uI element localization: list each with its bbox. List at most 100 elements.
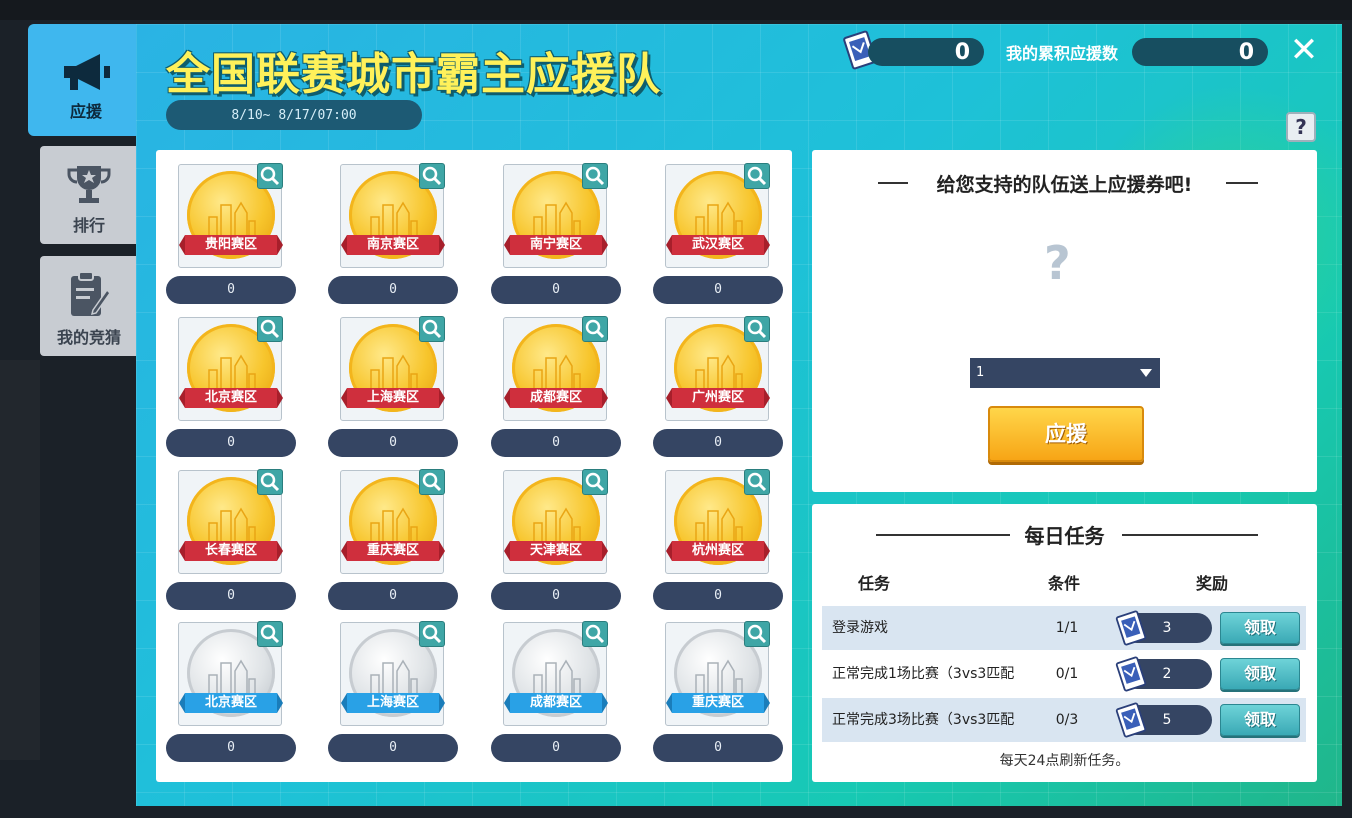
medal-cell[interactable]: 成都赛区 0 (491, 316, 621, 467)
header-task: 任务 (858, 574, 891, 593)
city-landmark-icon (370, 507, 418, 545)
city-landmark-icon (370, 354, 418, 392)
city-landmark-icon (695, 354, 743, 392)
task-row: 正常完成1场比赛（3vs3匹配 0/1 2 领取 (822, 652, 1306, 696)
support-count: 0 (328, 582, 458, 610)
medal-cell[interactable]: 南宁赛区 0 (491, 163, 621, 314)
medal-card[interactable]: 贵阳赛区 (178, 163, 283, 268)
medal-cell[interactable]: 上海赛区 0 (328, 621, 458, 772)
city-landmark-icon (370, 201, 418, 239)
medal-cell[interactable]: 杭州赛区 0 (653, 469, 783, 620)
zoom-icon[interactable] (419, 163, 445, 189)
medal-cell[interactable]: 重庆赛区 0 (328, 469, 458, 620)
medal-card[interactable]: 成都赛区 (503, 621, 608, 726)
zoom-icon[interactable] (419, 621, 445, 647)
claim-button[interactable]: 领取 (1220, 612, 1300, 644)
medal-cell[interactable]: 成都赛区 0 (491, 621, 621, 772)
ticket-amount-select[interactable]: 1 (970, 358, 1160, 388)
medal-cell[interactable]: 北京赛区 0 (166, 621, 296, 772)
selected-team-placeholder: ? (1044, 236, 1071, 290)
medal-grid-panel: 贵阳赛区 0 南京赛区 0 南宁赛区 0 武汉赛区 0 北京赛区 0 上海赛区 0 成都赛区 0 广州赛区 0… (156, 150, 792, 782)
tab-support[interactable]: 应援 (28, 24, 144, 136)
ticket-icon (1115, 702, 1147, 738)
zoom-icon[interactable] (582, 316, 608, 342)
medal-cell[interactable]: 上海赛区 0 (328, 316, 458, 467)
medal-card[interactable]: 武汉赛区 (665, 163, 770, 268)
medal-card[interactable]: 重庆赛区 (340, 469, 445, 574)
medal-cell[interactable]: 南京赛区 0 (328, 163, 458, 314)
zoom-icon[interactable] (582, 621, 608, 647)
zoom-icon[interactable] (257, 621, 283, 647)
medal-card[interactable]: 北京赛区 (178, 621, 283, 726)
city-landmark-icon (208, 507, 256, 545)
zoom-icon[interactable] (744, 469, 770, 495)
tab-ranking[interactable]: 排行 (40, 146, 138, 244)
city-landmark-icon (370, 659, 418, 697)
help-button[interactable]: ? (1286, 112, 1316, 142)
claim-button[interactable]: 领取 (1220, 658, 1300, 690)
daily-tasks-panel: 每日任务 任务 条件 奖励 登录游戏 1/1 3 领取 正常完成1场比赛（3vs3匹配 0… (812, 504, 1317, 782)
medal-cell[interactable]: 天津赛区 0 (491, 469, 621, 620)
city-landmark-icon (695, 201, 743, 239)
support-count: 0 (166, 276, 296, 304)
medal-card[interactable]: 重庆赛区 (665, 621, 770, 726)
zoom-icon[interactable] (744, 621, 770, 647)
medal-cell[interactable]: 贵阳赛区 0 (166, 163, 296, 314)
zoom-icon[interactable] (257, 469, 283, 495)
city-ribbon-label: 贵阳赛区 (179, 235, 283, 255)
support-button[interactable]: 应援 (988, 406, 1144, 462)
header-reward: 奖励 (1196, 574, 1229, 593)
city-ribbon-label: 成都赛区 (504, 693, 608, 713)
zoom-icon[interactable] (582, 469, 608, 495)
zoom-icon[interactable] (257, 316, 283, 342)
zoom-icon[interactable] (419, 469, 445, 495)
ticket-icon (1115, 610, 1147, 646)
city-landmark-icon (533, 354, 581, 392)
medal-card[interactable]: 长春赛区 (178, 469, 283, 574)
zoom-icon[interactable] (744, 316, 770, 342)
tab-my-guess[interactable]: 我的竞猜 (40, 256, 138, 356)
task-name: 登录游戏 (832, 620, 888, 636)
medal-card[interactable]: 上海赛区 (340, 621, 445, 726)
city-ribbon-label: 南宁赛区 (504, 235, 608, 255)
city-ribbon-label: 武汉赛区 (666, 235, 770, 255)
support-panel: 给您支持的队伍送上应援券吧! ? 1 应援 (812, 150, 1317, 492)
medal-cell[interactable]: 重庆赛区 0 (653, 621, 783, 772)
zoom-icon[interactable] (419, 316, 445, 342)
date-range: 8/10~ 8/17/07:00 (166, 100, 422, 130)
close-button[interactable]: ✕ (1288, 33, 1320, 67)
cumulative-label: 我的累积应援数 (1006, 44, 1119, 63)
zoom-icon[interactable] (582, 163, 608, 189)
city-landmark-icon (533, 507, 581, 545)
task-name: 正常完成1场比赛（3vs3匹配 (832, 666, 1015, 682)
task-refresh-note: 每天24点刷新任务。 (999, 753, 1130, 769)
clipboard-icon (71, 271, 111, 316)
medal-card[interactable]: 北京赛区 (178, 316, 283, 421)
medal-cell[interactable]: 长春赛区 0 (166, 469, 296, 620)
medal-card[interactable]: 成都赛区 (503, 316, 608, 421)
support-count: 0 (491, 734, 621, 762)
medal-card[interactable]: 上海赛区 (340, 316, 445, 421)
medal-card[interactable]: 杭州赛区 (665, 469, 770, 574)
medal-card[interactable]: 南宁赛区 (503, 163, 608, 268)
tab-support-label: 应援 (69, 102, 102, 121)
medal-card[interactable]: 南京赛区 (340, 163, 445, 268)
zoom-icon[interactable] (257, 163, 283, 189)
zoom-icon[interactable] (744, 163, 770, 189)
support-count: 0 (653, 429, 783, 457)
city-ribbon-label: 长春赛区 (179, 541, 283, 561)
support-count: 0 (328, 429, 458, 457)
medal-cell[interactable]: 广州赛区 0 (653, 316, 783, 467)
claim-button[interactable]: 领取 (1220, 704, 1300, 736)
support-count: 0 (166, 429, 296, 457)
task-condition: 0/3 (1055, 712, 1079, 728)
medal-cell[interactable]: 武汉赛区 0 (653, 163, 783, 314)
medal-card[interactable]: 广州赛区 (665, 316, 770, 421)
medal-card[interactable]: 天津赛区 (503, 469, 608, 574)
ticket-icon (1115, 656, 1147, 692)
support-count: 0 (491, 276, 621, 304)
medal-cell[interactable]: 北京赛区 0 (166, 316, 296, 467)
city-ribbon-label: 杭州赛区 (666, 541, 770, 561)
header-condition: 条件 (1048, 574, 1081, 593)
support-count: 0 (328, 276, 458, 304)
